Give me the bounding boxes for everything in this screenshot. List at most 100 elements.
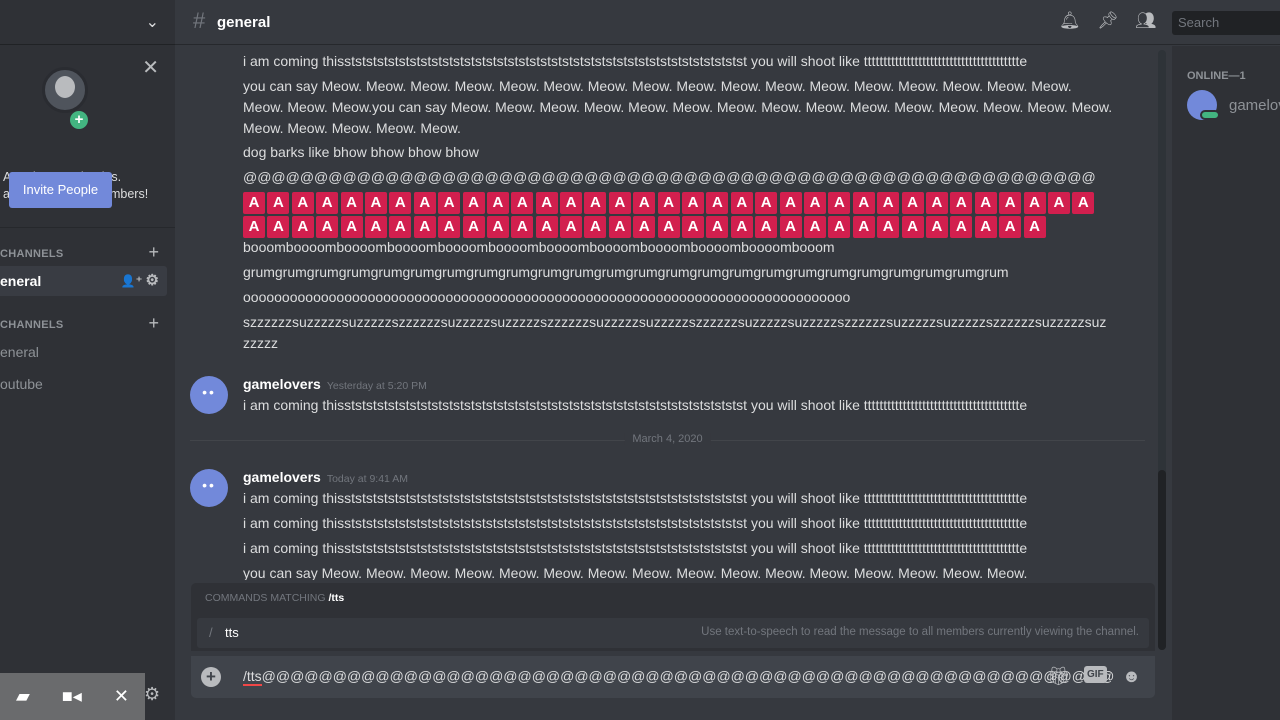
regional-indicator-emoji: A [730,192,753,214]
slash-icon: / [209,625,213,640]
status-badge [1200,110,1220,120]
voice-channel-general[interactable]: eneral [0,344,39,360]
message-line: szzzzzzsuzzzzzsuzzzzzszzzzzzsuzzzzzsuzzz… [243,314,1107,351]
scrollbar-thumb[interactable] [1158,470,1166,650]
regional-indicator-emoji: A [560,192,583,214]
autocomplete-heading-label: COMMANDS MATCHING [205,592,326,604]
regional-indicator-emoji: A [1047,192,1070,214]
regional-indicator-emoji: A [486,192,509,214]
regional-indicator-emoji: A [243,216,265,238]
channel-general[interactable]: eneral 👤⁺ ⚙ [0,266,167,296]
gif-button[interactable]: GIF [1084,666,1107,683]
regional-indicator-emoji: A [584,192,607,214]
regional-indicator-emoji: A [999,216,1022,238]
add-icon: + [70,111,88,129]
regional-indicator-emoji: A [755,216,778,238]
autocomplete-query: /tts [328,592,345,604]
pencil-icon[interactable]: ▰ [16,686,30,707]
message-author[interactable]: gamelovers Yesterday at 5:20 PM [243,376,427,392]
regional-indicator-emoji: A [999,192,1022,214]
regional-indicator-emoji: A [267,216,290,238]
message-line: booomboooomboooomboooomboooomboooomboooo… [243,239,835,255]
regional-indicator-emoji: A [901,192,924,214]
video-camera-icon[interactable]: ■◂ [62,686,82,707]
regional-indicator-emoji: A [730,216,753,238]
input-value: @@@@@@@@@@@@@@@@@@@@@@@@@@@@@@@@@@@@@@@@… [261,668,1115,684]
message-list: i am coming thisstststststststststststst… [175,46,1155,580]
author-name[interactable]: gamelovers [243,376,321,392]
regional-indicator-emoji: A [852,216,875,238]
regional-indicator-emoji: A [682,216,705,238]
voice-channel-youtube[interactable]: outube [0,376,43,392]
emoji-icon[interactable]: ☻ [1122,666,1141,687]
regional-indicator-emoji: A [413,216,436,238]
regional-indicator-emoji: A [584,216,607,238]
add-channel-icon[interactable]: + [148,313,159,334]
chat-scrollbar[interactable] [1158,50,1166,650]
close-icon[interactable]: ✕ [142,55,159,80]
gear-icon[interactable]: ⚙ [146,272,159,289]
member-name[interactable]: gamelov [1229,97,1280,114]
regional-indicator-emoji: A [364,216,387,238]
message-author[interactable]: gamelovers Today at 9:41 AM [243,469,408,485]
server-header[interactable]: ⌄ [0,0,175,45]
regional-indicator-emoji: A [901,216,924,238]
regional-indicator-emoji: A [803,216,826,238]
regional-indicator-emoji: A [828,192,851,214]
regional-indicator-emoji: A [608,216,631,238]
regional-indicator-emoji: A [633,216,656,238]
author-name[interactable]: gamelovers [243,469,321,485]
regional-indicator-emoji: A [316,216,339,238]
timestamp: Today at 9:41 AM [326,473,408,485]
regional-indicator-emoji: A [877,192,900,214]
gift-icon[interactable]: 🎁︎ [1047,666,1070,687]
text-channels-category[interactable]: CHANNELS [0,248,64,260]
avatar[interactable] [190,376,228,414]
regional-indicator-emoji: A [560,216,583,238]
invite-member-icon[interactable]: 👤⁺ [121,274,142,288]
chevron-down-icon[interactable]: ⌄ [146,12,159,32]
invite-people-button[interactable]: Invite People [9,172,112,208]
page-title: general [217,14,271,31]
command-name: tts [225,625,239,640]
channel-header: # general 🔔︎ 📌︎ 👥︎ Search [175,0,1280,45]
emoji-message: AAAAAAAAAAAAAAAAAAAAAAAAAAAAAAAAAAAAAAAA… [243,192,1113,238]
regional-indicator-emoji: A [1023,192,1046,214]
timestamp: Yesterday at 5:20 PM [326,380,427,392]
voice-channels-category[interactable]: CHANNELS [0,319,64,331]
message-line: i am coming thisstststststststststststst… [243,490,1028,506]
message-input[interactable]: /tts@@@@@@@@@@@@@@@@@@@@@@@@@@@@@@@@@@@@… [243,668,1115,686]
regional-indicator-emoji: A [1023,216,1046,238]
pin-icon[interactable]: 📌︎ [1097,11,1119,31]
regional-indicator-emoji: A [950,216,973,238]
user-settings-gear-icon[interactable]: ⚙ [144,684,160,705]
regional-indicator-emoji: A [413,192,436,214]
message-line: grumgrumgrumgrumgrumgrumgrumgrumgrumgrum… [243,264,1009,280]
regional-indicator-emoji: A [755,192,778,214]
regional-indicator-emoji: A [438,216,461,238]
search-input[interactable]: Search [1172,11,1280,35]
add-channel-icon[interactable]: + [148,242,159,263]
regional-indicator-emoji: A [438,192,461,214]
regional-indicator-emoji: A [511,192,534,214]
add-attachment-icon[interactable]: + [201,667,221,687]
members-icon[interactable]: 👥︎ [1135,11,1157,31]
regional-indicator-emoji: A [657,216,680,238]
regional-indicator-emoji: A [877,216,900,238]
bell-icon[interactable]: 🔔︎ [1059,11,1081,31]
channel-sidebar: ⌄ ✕ + An adventure begins.add some party… [0,0,175,720]
regional-indicator-emoji: A [243,192,265,214]
regional-indicator-emoji: A [828,216,851,238]
regional-indicator-emoji: A [462,216,485,238]
regional-indicator-emoji: A [633,192,656,214]
message-composer[interactable]: + /tts@@@@@@@@@@@@@@@@@@@@@@@@@@@@@@@@@@… [191,656,1155,698]
message-line: i am coming thisstststststststststststst… [243,515,1028,531]
regional-indicator-emoji: A [974,192,997,214]
regional-indicator-emoji: A [779,216,802,238]
command-option-tts[interactable]: / tts Use text-to-speech to read the mes… [197,618,1149,648]
close-icon[interactable]: ✕ [114,686,129,707]
avatar[interactable] [190,469,228,507]
regional-indicator-emoji: A [1072,192,1095,214]
regional-indicator-emoji: A [340,192,363,214]
message-line: you can say Meow. Meow. Meow. Meow. Meow… [243,565,1028,580]
